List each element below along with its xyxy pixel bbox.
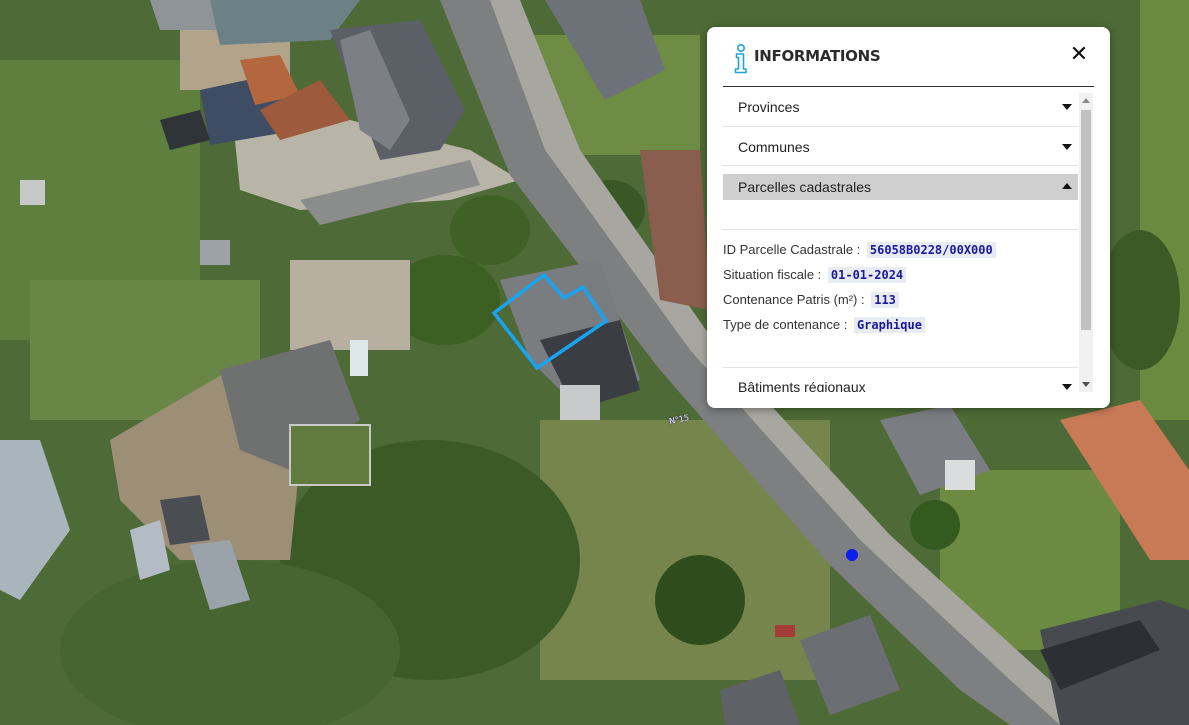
scroll-up-icon[interactable]: [1082, 98, 1090, 103]
fiscal-status-value: 01-01-2024: [827, 267, 907, 283]
divider: [723, 126, 1078, 127]
panel-header: INFORMATIONS ✕: [723, 27, 1094, 87]
info-panel: INFORMATIONS ✕ Provinces Communes Parcel…: [707, 27, 1110, 408]
divider: [723, 165, 1078, 166]
chevron-down-icon: [1062, 144, 1072, 150]
panel-body: Provinces Communes Parcelles cadastrales…: [723, 93, 1078, 392]
area-label: Contenance Patris (m²) :: [723, 292, 865, 307]
divider: [723, 229, 1078, 230]
panel-title: INFORMATIONS: [754, 47, 881, 65]
area-type-label: Type de contenance :: [723, 317, 848, 332]
parcel-id-row: ID Parcelle Cadastrale : 56058B0228/00X0…: [723, 242, 996, 258]
section-communes[interactable]: Communes: [723, 134, 1078, 160]
chevron-down-icon: [1062, 384, 1072, 390]
location-marker: [846, 549, 858, 561]
section-label: Provinces: [738, 99, 800, 115]
scroll-down-icon[interactable]: [1082, 382, 1090, 387]
close-icon[interactable]: ✕: [1067, 42, 1091, 68]
section-label: Communes: [738, 139, 810, 155]
section-label: Bâtiments régionaux: [738, 379, 866, 392]
panel-scrollbar[interactable]: [1079, 93, 1093, 392]
area-type-value: Graphique: [853, 317, 925, 333]
area-type-row: Type de contenance : Graphique: [723, 317, 925, 333]
chevron-down-icon: [1062, 104, 1072, 110]
section-batiments-regionaux[interactable]: Bâtiments régionaux: [723, 374, 1078, 392]
info-icon: [734, 43, 747, 74]
chevron-up-icon: [1062, 183, 1072, 189]
section-label: Parcelles cadastrales: [738, 179, 872, 195]
fiscal-status-row: Situation fiscale : 01-01-2024: [723, 267, 907, 283]
parcel-id-label: ID Parcelle Cadastrale :: [723, 242, 861, 257]
section-parcelles-cadastrales[interactable]: Parcelles cadastrales: [723, 174, 1078, 200]
scrollbar-thumb[interactable]: [1081, 110, 1091, 330]
area-value: 113: [871, 292, 899, 308]
section-provinces[interactable]: Provinces: [723, 94, 1078, 120]
area-row: Contenance Patris (m²) : 113: [723, 292, 899, 308]
parcel-id-value: 56058B0228/00X000: [866, 242, 996, 258]
fiscal-status-label: Situation fiscale :: [723, 267, 822, 282]
divider: [723, 367, 1078, 368]
